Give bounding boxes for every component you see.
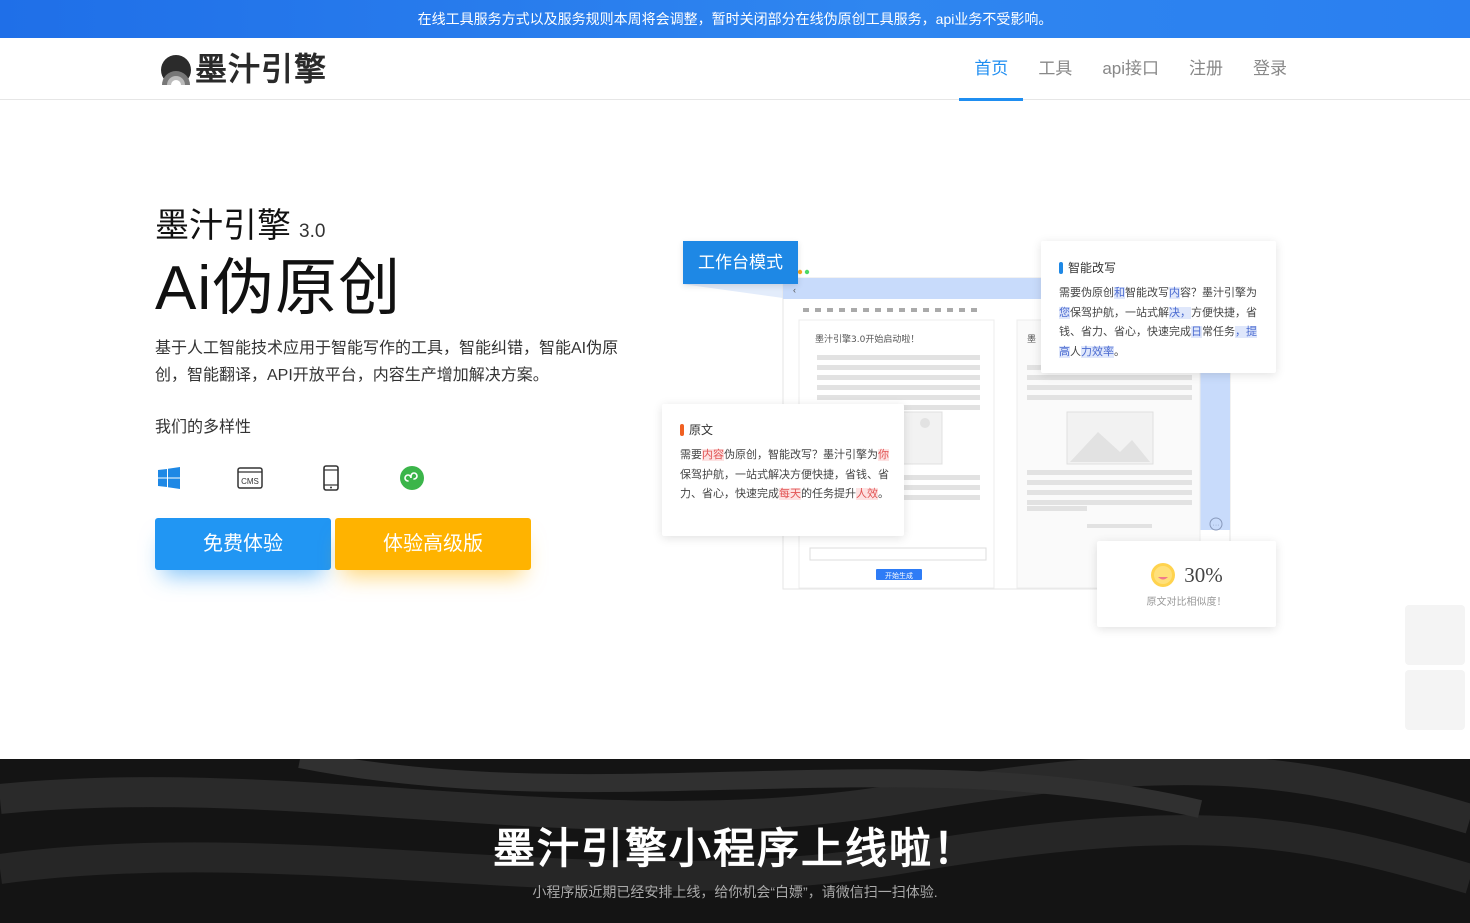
rewrite-card: 智能改写 需要伪原创和智能改写内容？墨汁引擎为您保驾护航，一站式解决，方便快捷，…	[1041, 241, 1276, 373]
cms-icon[interactable]: CMS	[236, 464, 264, 492]
promo-title: 墨汁引擎小程序上线啦！	[492, 825, 977, 872]
windows-icon[interactable]	[155, 464, 183, 492]
text-segment: 人效	[856, 488, 878, 500]
text-segment: 需要	[680, 449, 702, 461]
announcement-banner: 在线工具服务方式以及服务规则本周将会调整，暂时关闭部分在线伪原创工具服务，api…	[0, 0, 1470, 38]
svg-text:···: ···	[1213, 522, 1220, 529]
text-segment: 伪原创，智能改写？墨汁引擎为	[724, 449, 878, 461]
text-segment: 人	[1070, 345, 1081, 358]
logo[interactable]: 墨汁引擎	[160, 52, 327, 86]
platform-icons: CMS	[155, 463, 635, 493]
editor-text: 墨汁引擎3.0开始启动啦！	[815, 333, 919, 345]
brand-name: 墨汁引擎	[155, 207, 291, 245]
smiley-icon	[1151, 563, 1176, 587]
workspace-mode-tag: 工作台模式	[683, 241, 798, 284]
text-segment: 智能改写	[1125, 287, 1169, 299]
brand-line: 墨汁引擎 3.0	[155, 198, 635, 247]
text-segment: 日	[1191, 326, 1202, 338]
announcement-text: 在线工具服务方式以及服务规则本周将会调整，暂时关闭部分在线伪原创工具服务，api…	[417, 11, 1053, 27]
nav-api[interactable]: api接口	[1087, 38, 1174, 100]
text-segment: 常任务	[1202, 326, 1235, 338]
pro-trial-button[interactable]: 体验高级版	[335, 518, 531, 570]
text-segment: 需要伪原创	[1059, 287, 1114, 299]
original-marker	[680, 423, 684, 436]
similarity-value: 30%	[1184, 562, 1223, 587]
text-segment: 力	[1081, 345, 1092, 358]
mobile-icon[interactable]	[317, 464, 345, 492]
rewrite-card-body: 需要伪原创和智能改写内容？墨汁引擎为您保驾护航，一站式解决，方便快捷，省钱、省力…	[1059, 284, 1265, 362]
text-segment: 。	[1114, 345, 1125, 358]
text-segment: 的任务提升	[801, 488, 856, 500]
nav-register[interactable]: 注册	[1174, 38, 1238, 100]
text-segment: 内	[1169, 287, 1180, 299]
logo-text: 墨汁引擎	[195, 51, 328, 87]
text-segment: 保驾护航，一站式解	[1070, 306, 1169, 319]
original-card: 原文 需要内容伪原创，智能改写？墨汁引擎为你保驾护航，一站式解决方便快捷，省钱、…	[662, 404, 904, 536]
generate-button-text: 开始生成	[885, 571, 913, 580]
mini-program-icon[interactable]	[398, 464, 426, 492]
rewrite-marker	[1059, 261, 1063, 274]
similarity-card: 30% 原文对比相似度！	[1097, 541, 1276, 627]
cms-icon-text: CMS	[241, 477, 259, 486]
text-segment: 内容	[702, 449, 724, 461]
free-trial-button[interactable]: 免费体验	[155, 518, 331, 570]
nav-links: 首页 工具 api接口 注册 登录	[959, 38, 1302, 101]
floating-button-1[interactable]	[1405, 605, 1465, 665]
text-segment: 你	[878, 449, 889, 461]
text-segment: 和	[1114, 287, 1125, 299]
text-segment: 效率	[1092, 345, 1114, 358]
editor-text-right: 墨	[1027, 334, 1036, 345]
promo-section: 墨汁引擎小程序上线啦！ 小程序版近期已经安排上线，给你机会“白嫖”，请微信扫一扫…	[0, 759, 1470, 923]
diversity-label: 我们的多样性	[155, 419, 252, 436]
promo-subtitle: 小程序版近期已经安排上线，给你机会“白嫖”，请微信扫一扫体验.	[532, 884, 938, 900]
hero-illustration: ‹ 墨汁引擎3.0开始启动啦！ 墨 开始生成 ··· 工作台模式 智能改写 需要…	[660, 240, 1280, 630]
rewrite-card-title: 智能改写	[1068, 261, 1117, 275]
nav-tools[interactable]: 工具	[1023, 38, 1087, 100]
text-segment: 决，	[1169, 306, 1191, 319]
header-nav: 墨汁引擎 首页 工具 api接口 注册 登录	[0, 38, 1470, 101]
cta-buttons: 免费体验 体验高级版	[155, 518, 635, 570]
floating-button-2[interactable]	[1405, 670, 1465, 730]
similarity-label: 原文对比相似度！	[1146, 597, 1227, 608]
nav-home[interactable]: 首页	[959, 38, 1024, 101]
svg-text:‹: ‹	[793, 285, 796, 295]
text-segment: 每天	[779, 488, 801, 500]
text-segment: 。	[878, 488, 889, 500]
version: 3.0	[299, 221, 326, 242]
workspace-mode-text: 工作台模式	[698, 253, 783, 272]
hero-section: 墨汁引擎 3.0 Ai伪原创 基于人工智能技术应用于智能写作的工具，智能纠错，智能…	[155, 198, 635, 570]
text-segment: 容？墨汁引擎为	[1180, 287, 1257, 299]
hero-title: Ai伪原创	[155, 254, 402, 323]
nav-login[interactable]: 登录	[1238, 38, 1302, 100]
original-card-body: 需要内容伪原创，智能改写？墨汁引擎为你保驾护航，一站式解决方便快捷，省钱、省力、…	[680, 446, 896, 505]
hero-description: 基于人工智能技术应用于智能写作的工具，智能纠错，智能AI伪原创，智能翻译，API…	[155, 340, 619, 384]
text-segment: 您	[1059, 306, 1070, 319]
original-card-title: 原文	[689, 423, 714, 437]
logo-icon	[160, 53, 192, 85]
